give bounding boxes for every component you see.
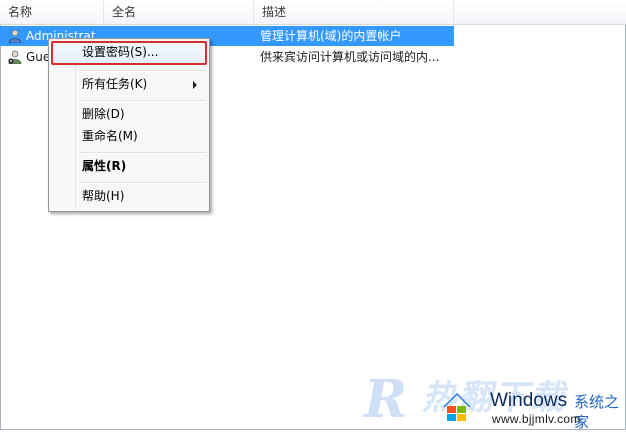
menu-item-properties[interactable]: 属性(R) xyxy=(51,155,207,177)
menu-item-all-tasks-label: 所有任务(K) xyxy=(82,77,148,91)
menu-item-help[interactable]: 帮助(H) xyxy=(51,185,207,207)
column-header-description[interactable]: 描述 xyxy=(254,0,454,24)
windows-logo-icon xyxy=(442,391,472,421)
context-menu: 设置密码(S)... 所有任务(K) 删除(D) 重命名(M) 属性(R) 帮助… xyxy=(48,38,210,212)
watermark-letter: R xyxy=(364,369,408,430)
menu-item-delete[interactable]: 删除(D) xyxy=(51,103,207,125)
column-header-fullname[interactable]: 全名 xyxy=(104,0,254,24)
menu-separator xyxy=(79,70,206,72)
menu-item-rename[interactable]: 重命名(M) xyxy=(51,125,207,147)
watermark-brand-cn: 系统之家 xyxy=(574,393,620,431)
list-header: 名称 全名 描述 xyxy=(0,0,626,25)
watermark-url: www.bjjmlv.com xyxy=(492,412,581,426)
menu-separator xyxy=(79,152,206,154)
watermark-brand: Windows xyxy=(490,390,568,411)
menu-item-all-tasks[interactable]: 所有任务(K) xyxy=(51,73,207,95)
menu-separator xyxy=(79,182,206,184)
row-name: Gue xyxy=(26,50,48,64)
row-description: 供来宾访问计算机或访问域的内... xyxy=(260,50,440,64)
menu-item-set-password[interactable]: 设置密码(S)... xyxy=(51,41,207,65)
column-header-name[interactable]: 名称 xyxy=(0,0,104,24)
row-description: 管理计算机(域)的内置帐户 xyxy=(260,29,402,43)
submenu-arrow-icon xyxy=(193,81,197,89)
menu-separator xyxy=(79,100,206,102)
user-guest-icon xyxy=(8,50,22,64)
watermark: R 热翻下载 Windows 系统之家 www.bjjmlv.com xyxy=(360,369,626,432)
user-admin-icon xyxy=(8,29,22,43)
